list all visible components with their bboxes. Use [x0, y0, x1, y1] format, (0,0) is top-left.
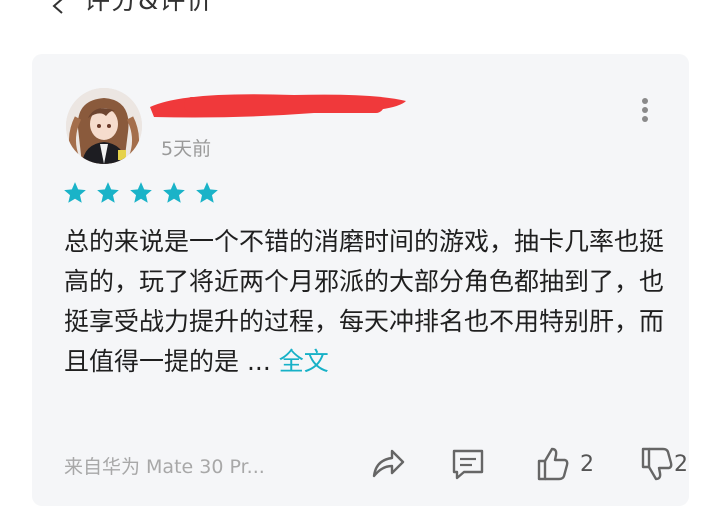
- star-icon: [163, 182, 185, 203]
- more-vertical-icon[interactable]: [637, 96, 653, 124]
- redacted-username: [150, 94, 406, 118]
- star-icon: [130, 182, 152, 203]
- share-icon[interactable]: [370, 446, 406, 482]
- avatar[interactable]: [66, 88, 142, 164]
- dislike-count: 2: [674, 452, 688, 477]
- review-card: 5天前 总的来说是一个不错的消磨时间的游戏，抽卡几率也挺高的，玩了将近两个月邪派…: [32, 54, 689, 506]
- review-time: 5天前: [161, 138, 212, 160]
- star-icon: [97, 182, 119, 203]
- star-icon: [196, 182, 218, 203]
- review-footer: 来自华为 Mate 30 Pr... 2 2: [64, 446, 688, 486]
- review-text-block: 总的来说是一个不错的消磨时间的游戏，抽卡几率也挺高的，玩了将近两个月邪派的大部分…: [64, 222, 664, 382]
- review-text: 总的来说是一个不错的消磨时间的游戏，抽卡几率也挺高的，玩了将近两个月邪派的大部分…: [64, 227, 665, 376]
- thumbs-down-icon[interactable]: [640, 446, 674, 482]
- comment-icon[interactable]: [450, 446, 486, 482]
- device-label: 来自华为 Mate 30 Pr...: [64, 456, 265, 478]
- expand-full-text-link[interactable]: 全文: [279, 347, 329, 376]
- page-title: 评分&评价: [84, 0, 214, 16]
- page-header: 评分&评价: [50, 0, 213, 17]
- star-icon: [64, 182, 86, 203]
- thumbs-up-icon[interactable]: [536, 446, 570, 482]
- chevron-left-icon[interactable]: [50, 0, 66, 14]
- star-rating: [62, 180, 220, 206]
- like-count: 2: [580, 452, 594, 477]
